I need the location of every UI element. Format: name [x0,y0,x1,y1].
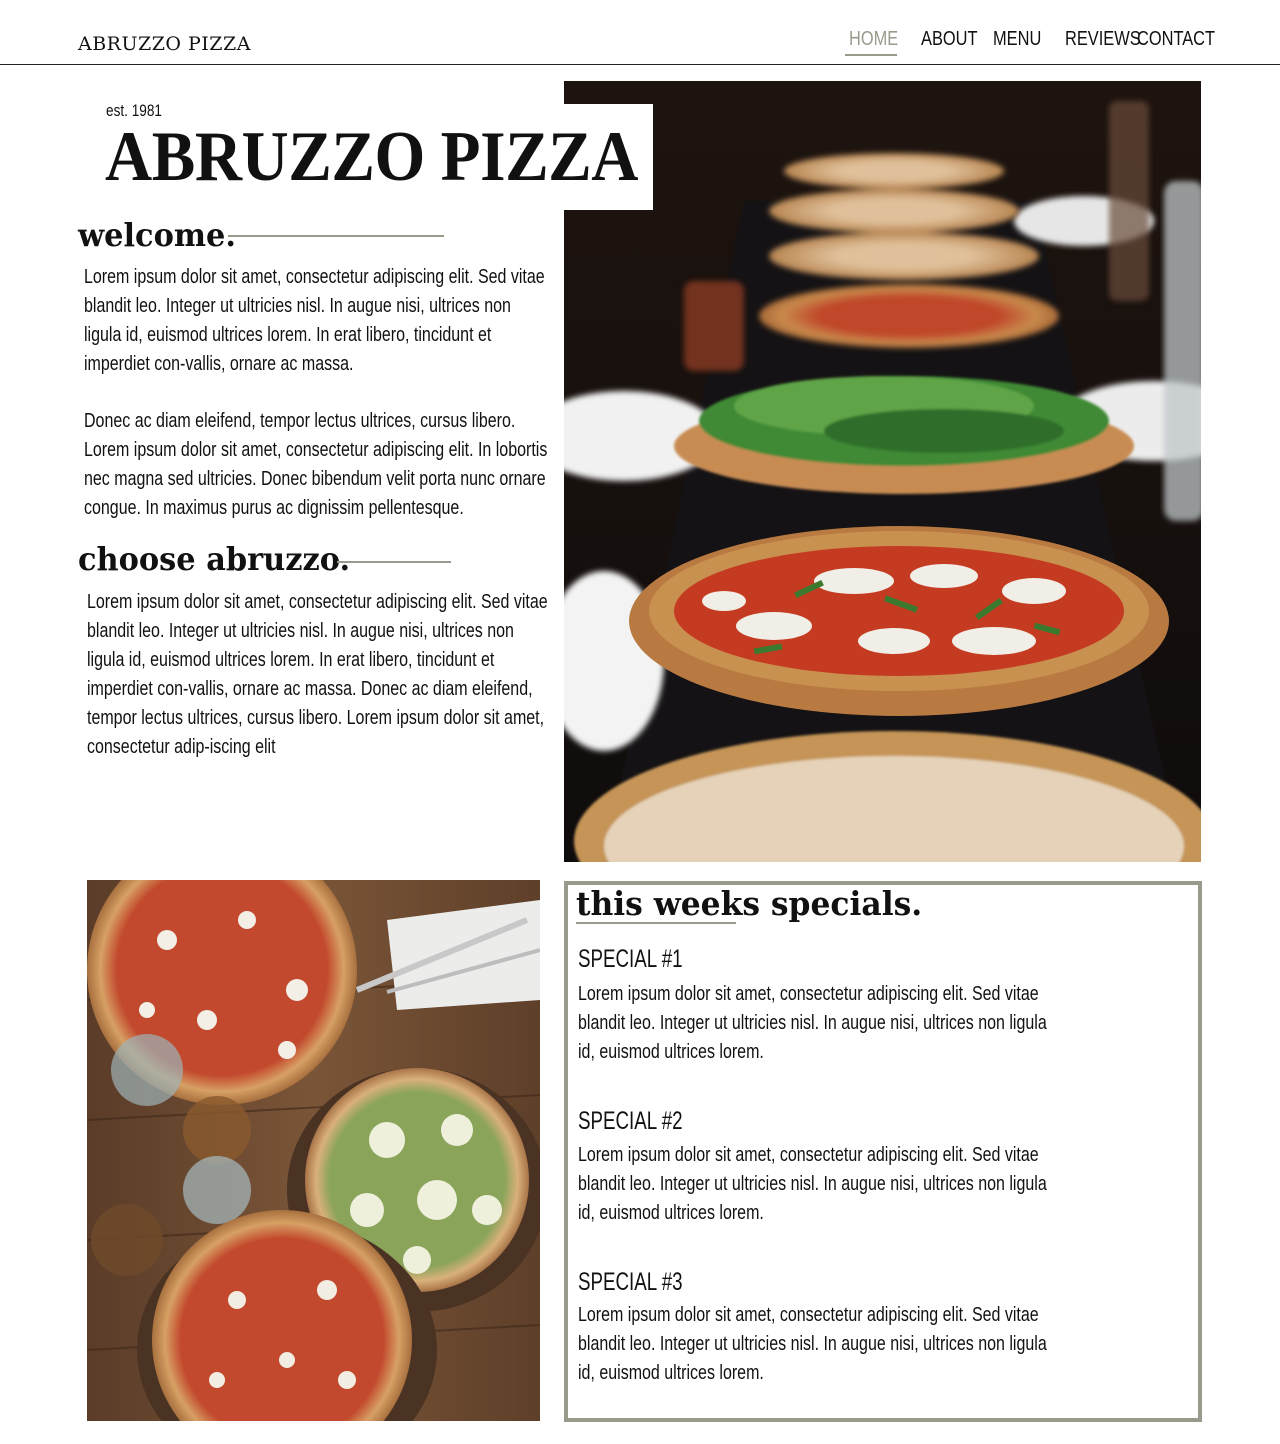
nav-home[interactable]: HOME [849,28,898,51]
brand-logo-text[interactable]: ABRUZZO PIZZA [78,33,251,55]
welcome-heading-rule [228,235,444,237]
special-3-description: Lorem ipsum dolor sit amet, consectetur … [578,1304,1047,1384]
nav-menu[interactable]: MENU [993,28,1041,51]
special-2-description: Lorem ipsum dolor sit amet, consectetur … [578,1144,1047,1224]
welcome-paragraph-1: Lorem ipsum dolor sit amet, consectetur … [84,266,545,375]
special-1-name: SPECIAL #1 [578,945,683,973]
choose-paragraph: Lorem ipsum dolor sit amet, consectetur … [87,591,548,758]
nav-contact[interactable]: CONTACT [1137,28,1215,51]
choose-heading-rule [337,561,451,563]
pizzas-overhead-photo [87,880,540,1421]
special-1-description: Lorem ipsum dolor sit amet, consectetur … [578,983,1047,1063]
top-navigation-bar: ABRUZZO PIZZA HOME ABOUT MENU REVIEWS CO… [0,0,1280,65]
specials-heading-underline [576,922,736,924]
nav-active-underline [845,54,897,56]
specials-heading: this weeks specials. [576,884,923,923]
pizza-table-photo [564,81,1201,862]
page-title: ABRUZZO PIZZA [105,118,639,196]
choose-heading: choose abruzzo. [78,540,351,578]
special-3-name: SPECIAL #3 [578,1268,683,1296]
nav-about[interactable]: ABOUT [921,28,978,51]
welcome-heading: welcome. [78,216,236,254]
welcome-paragraph-2: Donec ac diam eleifend, tempor lectus ul… [84,410,548,519]
special-2-name: SPECIAL #2 [578,1107,683,1135]
nav-reviews[interactable]: REVIEWS [1065,28,1141,51]
